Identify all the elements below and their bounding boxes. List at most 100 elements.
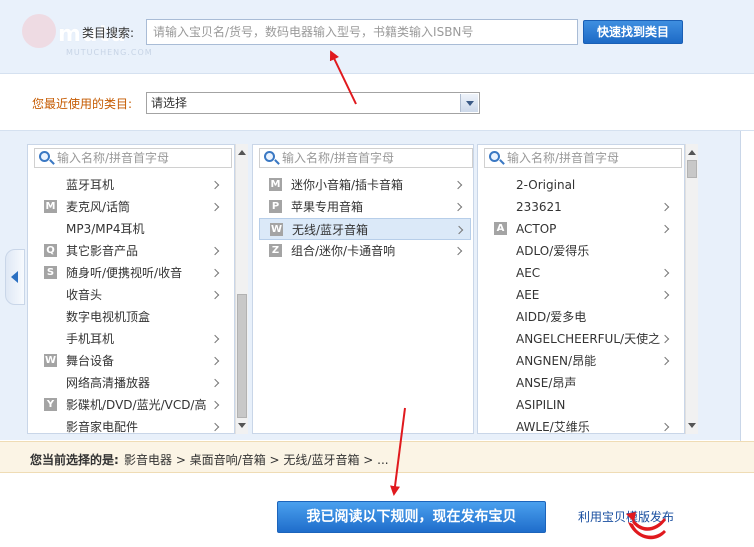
search-icon	[489, 151, 500, 162]
category-item[interactable]: ANGNEN/昂能	[484, 350, 680, 372]
scroll-down-icon[interactable]	[238, 423, 246, 428]
category-item-label: 其它影音产品	[66, 244, 139, 258]
chevron-right-icon	[210, 422, 220, 432]
watermark-url: MUTUCHENG.COM	[66, 48, 153, 57]
category-item[interactable]: AWLE/艾维乐	[484, 416, 680, 434]
category-item[interactable]: 蓝牙耳机	[34, 174, 230, 196]
category-item[interactable]: W 无线/蓝牙音箱	[259, 218, 471, 240]
category-item-label: AIDD/爱多电	[516, 310, 587, 324]
chevron-right-icon	[453, 202, 463, 212]
category-item[interactable]: M 麦克风/话筒	[34, 196, 230, 218]
recent-category-label: 您最近使用的类目:	[32, 97, 133, 111]
category-item-label: AWLE/艾维乐	[516, 420, 590, 434]
chevron-right-icon	[210, 290, 220, 300]
category-search-label: 类目搜索:	[82, 26, 135, 40]
category-item[interactable]: Q 其它影音产品	[34, 240, 230, 262]
level1-scrollbar[interactable]	[235, 144, 248, 434]
category-item-label: 随身听/便携视听/收音	[66, 266, 183, 280]
chevron-right-icon	[210, 202, 220, 212]
chevron-right-icon	[660, 356, 670, 366]
category-item[interactable]: MP3/MP4耳机	[34, 218, 230, 240]
level3-list: 2-Original 233621 A ACTOP ADLO/爱得乐 AEC AEE AIDD…	[484, 174, 680, 434]
scroll-down-icon[interactable]	[688, 423, 696, 428]
category-item[interactable]: A ACTOP	[484, 218, 680, 240]
recent-category-select[interactable]: 请选择	[146, 92, 480, 114]
category-item[interactable]: ANGELCHEERFUL/天使之	[484, 328, 680, 350]
category-item[interactable]: 233621	[484, 196, 680, 218]
chevron-right-icon	[660, 334, 670, 344]
category-item-label: ANSE/昂声	[516, 376, 577, 390]
category-item-label: ASIPILIN	[516, 398, 566, 412]
category-item[interactable]: 网络高清播放器	[34, 372, 230, 394]
category-item-label: 影碟机/DVD/蓝光/VCD/高	[66, 398, 207, 412]
scrollbar-thumb[interactable]	[687, 160, 697, 178]
publish-category-page: mutu MUTUCHENG.COM 类目搜索: 快速找到类目 您最近使用的类目…	[0, 0, 754, 547]
category-browser: 输入名称/拼音首字母 蓝牙耳机 M 麦克风/话筒 MP3/MP4耳机 Q 其它影音产品 S 随…	[0, 130, 754, 441]
category-item-label: 舞台设备	[66, 354, 115, 368]
chevron-right-icon	[660, 268, 670, 278]
category-item[interactable]: P 苹果专用音箱	[259, 196, 471, 218]
category-item[interactable]: AEE	[484, 284, 680, 306]
level3-scrollbar[interactable]	[685, 144, 698, 434]
category-item[interactable]: 手机耳机	[34, 328, 230, 350]
category-item-label: 无线/蓝牙音箱	[292, 223, 369, 237]
category-item-label: 麦克风/话筒	[66, 200, 131, 214]
level2-filter-placeholder: 输入名称/拼音首字母	[282, 151, 395, 165]
chevron-right-icon	[210, 378, 220, 388]
category-item[interactable]: S 随身听/便携视听/收音	[34, 262, 230, 284]
category-item[interactable]: W 舞台设备	[34, 350, 230, 372]
level3-filter-input[interactable]: 输入名称/拼音首字母	[484, 148, 682, 168]
category-item[interactable]: ASIPILIN	[484, 394, 680, 416]
level1-filter-placeholder: 输入名称/拼音首字母	[57, 151, 170, 165]
chevron-right-icon	[454, 225, 464, 235]
category-item[interactable]: ANSE/昂声	[484, 372, 680, 394]
index-letter-badge: M	[269, 178, 282, 191]
scroll-up-icon[interactable]	[688, 150, 696, 155]
category-item[interactable]: Y 影碟机/DVD/蓝光/VCD/高	[34, 394, 230, 416]
dropdown-arrow-icon[interactable]	[460, 94, 478, 112]
quick-find-category-button[interactable]: 快速找到类目	[583, 20, 683, 44]
category-item-label: 手机耳机	[66, 332, 115, 346]
category-column-level2: 输入名称/拼音首字母 M 迷你小音箱/插卡音箱 P 苹果专用音箱 W 无线/蓝牙音箱 Z 组合…	[252, 144, 474, 434]
current-selection-label: 您当前选择的是:	[30, 453, 119, 467]
level2-filter-input[interactable]: 输入名称/拼音首字母	[259, 148, 473, 168]
chevron-right-icon	[453, 180, 463, 190]
category-item-label: 2-Original	[516, 178, 576, 192]
scroll-up-icon[interactable]	[238, 150, 246, 155]
level1-list: 蓝牙耳机 M 麦克风/话筒 MP3/MP4耳机 Q 其它影音产品 S 随身听/便携视听/收音收…	[34, 174, 230, 433]
category-item-label: MP3/MP4耳机	[66, 222, 145, 236]
level3-filter-placeholder: 输入名称/拼音首字母	[507, 151, 620, 165]
chevron-right-icon	[660, 202, 670, 212]
category-item-label: ADLO/爱得乐	[516, 244, 590, 258]
category-item[interactable]: 收音头	[34, 284, 230, 306]
category-search-input[interactable]	[146, 19, 578, 45]
category-item[interactable]: 影音家电配件	[34, 416, 230, 433]
category-item[interactable]: AEC	[484, 262, 680, 284]
category-item[interactable]: 2-Original	[484, 174, 680, 196]
category-item-label: 收音头	[66, 288, 103, 302]
index-letter-badge: Q	[44, 244, 57, 257]
chevron-right-icon	[210, 356, 220, 366]
publish-item-button[interactable]: 我已阅读以下规则，现在发布宝贝	[277, 501, 546, 533]
next-column-edge	[740, 131, 754, 441]
index-letter-badge: A	[494, 222, 507, 235]
current-selection-path: 影音电器 > 桌面音响/音箱 > 无线/蓝牙音箱 > ...	[124, 453, 389, 467]
category-item-label: ACTOP	[516, 222, 557, 236]
category-item-label: 233621	[516, 200, 562, 214]
category-search-band: mutu MUTUCHENG.COM 类目搜索: 快速找到类目	[0, 0, 754, 74]
category-item[interactable]: 数字电视机顶盒	[34, 306, 230, 328]
category-item[interactable]: Z 组合/迷你/卡通音响	[259, 240, 471, 262]
scroll-left-arrow-icon[interactable]	[5, 249, 25, 305]
scrollbar-thumb[interactable]	[237, 294, 247, 418]
chevron-right-icon	[210, 268, 220, 278]
search-icon	[264, 151, 275, 162]
category-item-label: ANGNEN/昂能	[516, 354, 597, 368]
category-item[interactable]: ADLO/爱得乐	[484, 240, 680, 262]
category-item[interactable]: AIDD/爱多电	[484, 306, 680, 328]
brand-logo-icon	[626, 512, 666, 540]
category-item[interactable]: M 迷你小音箱/插卡音箱	[259, 174, 471, 196]
category-item-label: 蓝牙耳机	[66, 178, 115, 192]
index-letter-badge: Z	[269, 244, 282, 257]
category-item-label: 迷你小音箱/插卡音箱	[291, 178, 404, 192]
level1-filter-input[interactable]: 输入名称/拼音首字母	[34, 148, 232, 168]
